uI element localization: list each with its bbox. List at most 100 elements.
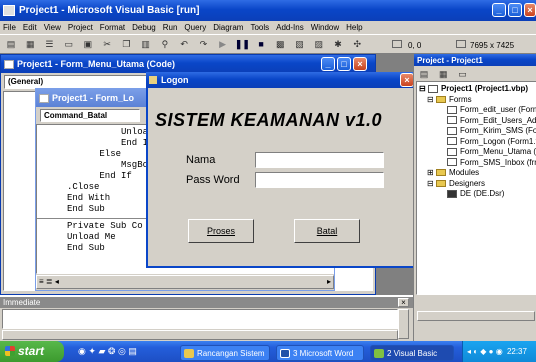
open-icon[interactable]: ▭ bbox=[62, 38, 76, 50]
quicklaunch-3-icon[interactable]: ▰ bbox=[98, 346, 105, 356]
code-front-hscrollbar[interactable]: ≡ ≣ ◂ ▸ bbox=[36, 275, 334, 289]
folder-icon bbox=[435, 95, 446, 103]
copy-icon[interactable]: ❐ bbox=[119, 38, 133, 50]
tree-form-item[interactable]: Form_Menu_Utama (F bbox=[419, 147, 536, 158]
project-tree[interactable]: ⊟ Project1 (Project1.vbp) ⊟ Forms Form_e… bbox=[416, 81, 536, 295]
menu-item-edit[interactable]: Edit bbox=[23, 23, 37, 32]
logon-window-icon bbox=[149, 76, 157, 84]
designer-icon bbox=[447, 189, 457, 198]
procedure-object-combo[interactable]: Command_Batal bbox=[40, 109, 140, 122]
tree-form-item[interactable]: Form_Logon (Form1.f bbox=[419, 137, 536, 148]
immediate-hscrollbar[interactable] bbox=[2, 330, 398, 340]
properties-icon[interactable]: ▧ bbox=[293, 38, 307, 50]
taskbar-item-word[interactable]: 3 Microsoft Word bbox=[276, 345, 364, 361]
undo-icon[interactable]: ↶ bbox=[177, 38, 191, 50]
nama-input[interactable] bbox=[255, 152, 384, 168]
find-icon[interactable]: ⚲ bbox=[158, 38, 172, 50]
start-button[interactable]: start bbox=[0, 341, 64, 362]
taskbar-item-rancangan[interactable]: Rancangan Sistem bbox=[180, 345, 270, 361]
immediate-input[interactable] bbox=[2, 309, 398, 329]
quicklaunch-6-icon[interactable]: ▤ bbox=[128, 346, 137, 356]
quicklaunch-5-icon[interactable]: ◎ bbox=[118, 346, 126, 356]
view-toggle-icon[interactable]: ≡ ≣ ◂ bbox=[39, 277, 59, 286]
batal-button[interactable]: Batal bbox=[294, 219, 360, 243]
tree-designers-folder[interactable]: ⊟ Designers bbox=[419, 179, 536, 190]
project-explorer-icon[interactable]: ▩ bbox=[273, 38, 287, 50]
form-icon bbox=[447, 158, 457, 167]
stop-icon[interactable]: ■ bbox=[254, 38, 268, 50]
run-icon[interactable]: ▶ bbox=[216, 38, 230, 50]
minimize-button[interactable]: _ bbox=[492, 3, 506, 17]
paste-icon[interactable]: ▥ bbox=[139, 38, 153, 50]
immediate-vscrollbar[interactable] bbox=[398, 309, 409, 339]
object-combo[interactable]: (General) bbox=[4, 75, 152, 89]
code-back-minimize-button[interactable]: _ bbox=[321, 57, 335, 71]
object-browser-icon[interactable]: ✱ bbox=[331, 38, 345, 50]
menu-item-debug[interactable]: Debug bbox=[132, 23, 156, 32]
immediate-close-button[interactable]: × bbox=[398, 298, 409, 307]
tree-form-item[interactable]: Form_Edit_Users_Adn bbox=[419, 116, 536, 127]
taskbar-item-vb[interactable]: 2 Visual Basic bbox=[370, 345, 454, 361]
tree-modules-folder[interactable]: ⊞ Modules bbox=[419, 168, 536, 179]
project-panel-title: Project - Project1 bbox=[417, 55, 483, 65]
scroll-right-icon[interactable]: ▸ bbox=[327, 277, 331, 286]
redo-icon[interactable]: ↷ bbox=[196, 38, 210, 50]
quicklaunch-4-icon[interactable]: ❂ bbox=[108, 346, 116, 356]
code-back-title: Project1 - Form_Menu_Utama (Code) bbox=[17, 59, 176, 69]
cut-icon[interactable]: ✂ bbox=[100, 38, 114, 50]
tree-form-item[interactable]: Form_edit_user (Form bbox=[419, 105, 536, 116]
forms-folder-label: Forms bbox=[448, 94, 472, 104]
maximize-button[interactable]: □ bbox=[508, 3, 522, 17]
menu-item-format[interactable]: Format bbox=[100, 23, 125, 32]
windows-logo-icon bbox=[5, 346, 15, 356]
tree-designer-item[interactable]: DE (DE.Dsr) bbox=[419, 189, 536, 200]
code-front-icon bbox=[39, 93, 49, 103]
toggle-folders-icon[interactable]: ▭ bbox=[455, 68, 469, 80]
folder-icon bbox=[184, 349, 194, 358]
tree-form-label: Form_edit_user (Form bbox=[460, 105, 536, 114]
close-app-button[interactable]: × bbox=[524, 3, 536, 17]
quicklaunch-1-icon[interactable]: ◉ bbox=[78, 346, 86, 356]
taskbar-item-label: Rancangan Sistem bbox=[197, 349, 265, 358]
menu-item-run[interactable]: Run bbox=[163, 23, 178, 32]
menu-item-view[interactable]: View bbox=[44, 23, 61, 32]
menu-item-file[interactable]: File bbox=[3, 23, 16, 32]
toolbox-icon[interactable]: ✣ bbox=[350, 38, 364, 50]
tree-form-item[interactable]: Form_Kirim_SMS (Forr bbox=[419, 126, 536, 137]
folder-icon bbox=[435, 179, 446, 187]
project-explorer: Project - Project1 ▤ ▦ ▭ ⊟ Project1 (Pro… bbox=[413, 54, 536, 295]
menu-item-addins[interactable]: Add-Ins bbox=[276, 23, 304, 32]
add-project-icon[interactable]: ▤ bbox=[4, 38, 18, 50]
menu-item-query[interactable]: Query bbox=[184, 23, 206, 32]
immediate-title-bar: Immediate bbox=[0, 297, 413, 308]
save-icon[interactable]: ▣ bbox=[81, 38, 95, 50]
menu-editor-icon[interactable]: ☰ bbox=[42, 38, 56, 50]
menu-item-diagram[interactable]: Diagram bbox=[213, 23, 243, 32]
tree-root[interactable]: ⊟ Project1 (Project1.vbp) bbox=[419, 84, 536, 95]
position-value: 0, 0 bbox=[408, 41, 422, 50]
logon-close-button[interactable]: × bbox=[400, 73, 414, 87]
code-back-maximize-button[interactable]: □ bbox=[337, 57, 351, 71]
code-back-close-button[interactable]: × bbox=[353, 57, 367, 71]
logon-window: Logon × SISTEM KEAMANAN v1.0 Nama Pass W… bbox=[146, 72, 418, 268]
tree-root-label: Project1 (Project1.vbp) bbox=[440, 84, 529, 93]
menu-item-project[interactable]: Project bbox=[68, 23, 93, 32]
tray-icons[interactable]: ◂ ◐ ◆ ● ◉ bbox=[467, 347, 503, 356]
size-readout: 7695 x 7425 bbox=[456, 40, 514, 50]
form-layout-icon[interactable]: ▨ bbox=[312, 38, 326, 50]
add-form-icon[interactable]: ▦ bbox=[23, 38, 37, 50]
pause-icon[interactable]: ❚❚ bbox=[235, 38, 250, 50]
tree-forms-folder[interactable]: ⊟ Forms bbox=[419, 95, 536, 106]
password-input[interactable] bbox=[255, 172, 384, 188]
properties-scrollbar[interactable] bbox=[417, 311, 535, 321]
menu-item-help[interactable]: Help bbox=[346, 23, 362, 32]
menu-item-window[interactable]: Window bbox=[311, 23, 339, 32]
tree-form-item[interactable]: Form_SMS_Inbox (frm bbox=[419, 158, 536, 169]
quicklaunch-2-icon[interactable]: ✦ bbox=[88, 346, 96, 356]
proses-button[interactable]: Proses bbox=[188, 219, 254, 243]
code-window-icon bbox=[4, 59, 14, 69]
menu-item-tools[interactable]: Tools bbox=[250, 23, 269, 32]
view-object-icon[interactable]: ▦ bbox=[436, 68, 450, 80]
view-code-icon[interactable]: ▤ bbox=[417, 68, 431, 80]
forms-list: Form_edit_user (Form Form_Edit_Users_Adn F… bbox=[419, 105, 536, 168]
